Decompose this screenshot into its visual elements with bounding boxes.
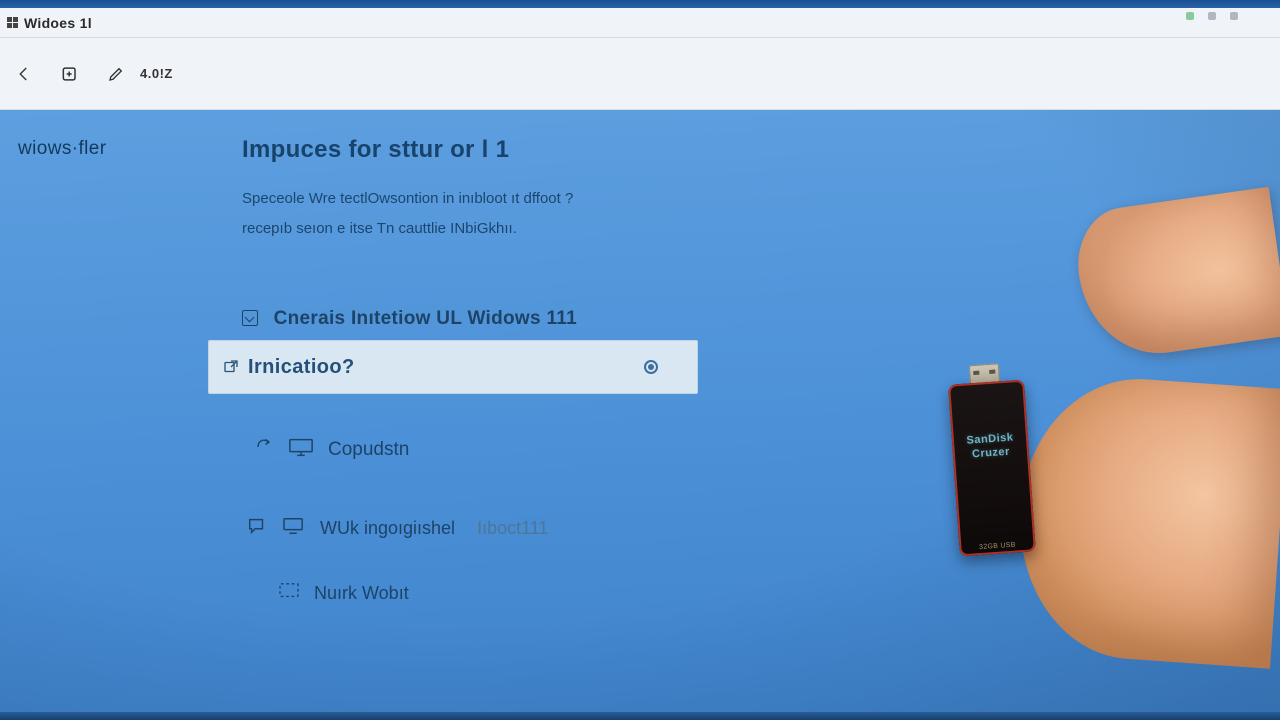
titlebar: Widoes 1l	[0, 8, 1280, 38]
tray-icon	[1230, 12, 1238, 20]
tray-icon	[1208, 12, 1216, 20]
sync-icon	[254, 437, 274, 463]
edit-icon[interactable]	[102, 60, 130, 88]
zoom-level: 4.0!Z	[140, 66, 173, 81]
back-button[interactable]	[10, 60, 38, 88]
system-tray	[1186, 12, 1238, 20]
option-copy[interactable]: Copudstn	[254, 436, 409, 464]
usb-drive-overlay: SanDisk Cruzer 32GB USB	[948, 380, 1036, 557]
usb-brand-bottom: Cruzer	[953, 444, 1030, 464]
window-title: Widoes 1l	[24, 15, 92, 31]
option-copy-label: Copudstn	[328, 439, 409, 461]
option-language[interactable]: WUk ingoıgiıshel Iıboct111	[246, 516, 548, 541]
arrow-out-icon	[222, 358, 240, 376]
monitor-icon	[282, 516, 306, 541]
dashed-box-icon	[278, 582, 300, 605]
speech-icon	[246, 516, 268, 541]
option-network[interactable]: Nuırk Wobıt	[278, 582, 409, 605]
radio-selected-icon[interactable]	[644, 360, 658, 374]
option-language-sublabel: Iıboct111	[477, 518, 548, 539]
display-icon	[288, 436, 314, 464]
main-panel: Impuces for sttur or l 1 Speceole Wre te…	[242, 136, 1210, 237]
option-network-label: Nuırk Wobıt	[314, 583, 409, 604]
toolbar: 4.0!Z	[0, 38, 1280, 110]
new-tab-button[interactable]	[56, 60, 84, 88]
usb-capacity: 32GB USB	[965, 541, 1029, 552]
windows-logo-icon	[6, 17, 18, 29]
page-description-line2: recepıb seıon e itse Tn cauttlie INbiGkh…	[242, 220, 1210, 237]
option-input-placeholder: Irnicatioo?	[248, 356, 355, 379]
usb-brand-top: SanDisk	[952, 429, 1029, 449]
checkbox-icon	[242, 310, 258, 326]
content-area: wiows·fler Impuces for sttur or l 1 Spec…	[0, 110, 1280, 712]
window-chrome-strip	[0, 0, 1280, 8]
page-heading: Impuces for sttur or l 1	[242, 136, 1210, 164]
option-create-media[interactable]: Cnerais Inıtetiow UL Widows 111	[242, 308, 577, 330]
option-create-media-label: Cnerais Inıtetiow UL Widows 111	[274, 308, 577, 329]
sidebar-label: wiows·fler	[18, 138, 106, 160]
page-description-line1: Speceole Wre tectlOwsontion in inıbloot …	[242, 186, 1210, 212]
tray-status-icon	[1186, 12, 1194, 20]
screen-bezel-bottom	[0, 712, 1280, 720]
option-language-label: WUk ingoıgiıshel	[320, 518, 455, 539]
option-input-row[interactable]: Irnicatioo?	[208, 340, 698, 394]
